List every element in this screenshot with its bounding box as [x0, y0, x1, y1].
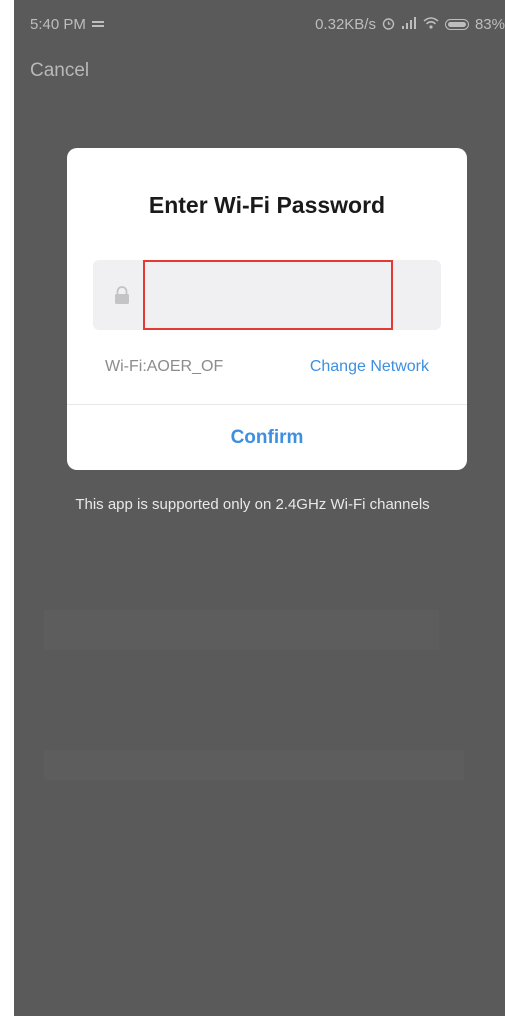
wifi-icon	[423, 17, 439, 32]
confirm-button[interactable]: Confirm	[67, 405, 467, 470]
dialog-title: Enter Wi-Fi Password	[148, 192, 386, 218]
signal-icon	[401, 17, 417, 32]
password-input[interactable]	[143, 260, 393, 330]
status-bar: 5:40 PM 0.32KB/s 83%	[14, 0, 505, 52]
app-screen: 5:40 PM 0.32KB/s 83% Cancel Enter Wi-Fi …	[14, 0, 505, 1016]
message-icon	[91, 17, 104, 32]
battery-icon	[444, 19, 469, 30]
cancel-button[interactable]: Cancel	[30, 60, 89, 82]
wifi-password-dialog: Enter Wi-Fi Password Wi-Fi:AOER_OF Chang…	[67, 148, 467, 470]
background-block	[44, 750, 464, 780]
alarm-icon	[382, 17, 395, 33]
support-note: This app is supported only on 2.4GHz Wi-…	[75, 496, 430, 513]
wifi-network-name: Wi-Fi:AOER_OF	[105, 358, 224, 375]
battery-percent: 83%	[474, 16, 505, 33]
status-indicators: 0.32KB/s 83%	[315, 16, 505, 33]
change-network-link[interactable]: Change Network	[310, 358, 429, 376]
network-speed: 0.32KB/s	[315, 16, 376, 33]
status-time-group: 5:40 PM	[30, 16, 104, 33]
password-field-container	[93, 260, 441, 330]
status-time: 5:40 PM	[30, 16, 86, 33]
lock-icon	[113, 285, 131, 305]
background-block	[44, 610, 439, 650]
